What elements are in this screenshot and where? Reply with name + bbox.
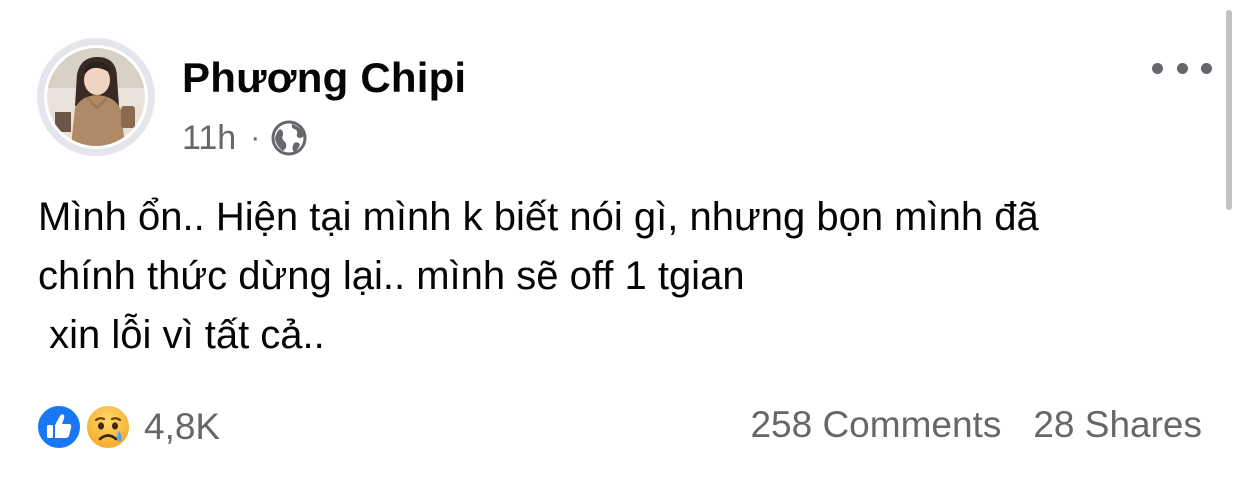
sad-icon (85, 404, 131, 450)
more-options-icon[interactable] (1152, 56, 1212, 80)
reaction-icons (36, 402, 134, 452)
post-text-line: chính thức dừng lại.. mình sẽ off 1 tgia… (38, 254, 745, 298)
avatar-ring[interactable] (37, 38, 155, 156)
avatar-photo (47, 48, 145, 146)
post-text: Mình ổn.. Hiện tại mình k biết nói gì, n… (38, 188, 1198, 365)
post-time[interactable]: 11h (182, 119, 236, 158)
shares-count[interactable]: 28 Shares (1033, 404, 1202, 446)
avatar[interactable] (44, 45, 148, 149)
globe-icon[interactable] (270, 119, 308, 157)
reaction-count[interactable]: 4,8K (144, 406, 220, 448)
author-name[interactable]: Phương Chipi (182, 54, 466, 102)
post-text-line: xin lỗi vì tất cả.. (38, 313, 325, 357)
post-card: Phương Chipi 11h · Mình ổn.. Hiện tại mì… (0, 0, 1242, 478)
more-dot (1201, 62, 1212, 74)
post-text-line: Mình ổn.. Hiện tại mình k biết nói gì, n… (38, 195, 1039, 239)
meta-separator: · (250, 121, 261, 154)
post-meta: 11h · (182, 118, 308, 158)
more-dot (1176, 62, 1188, 74)
reactions-summary[interactable]: 4,8K (36, 402, 220, 452)
more-dot (1152, 62, 1163, 74)
comments-count[interactable]: 258 Comments (750, 404, 1001, 446)
like-icon (36, 404, 82, 450)
post-stats: 258 Comments 28 Shares (750, 404, 1202, 446)
scrollbar[interactable] (1226, 10, 1232, 210)
